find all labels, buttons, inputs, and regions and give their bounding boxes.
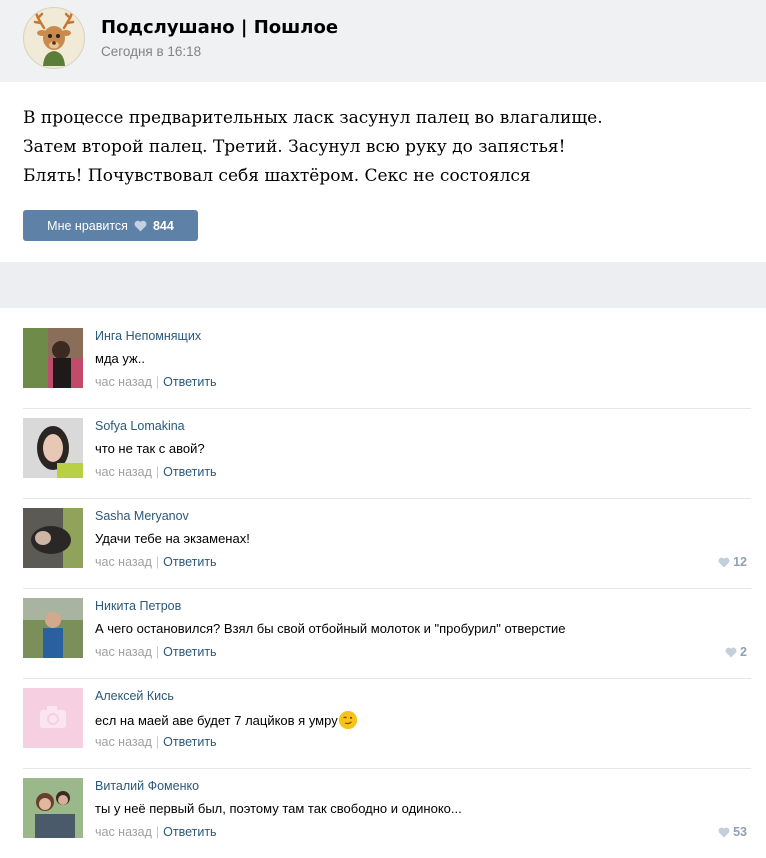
avatar-photo (23, 418, 83, 478)
comment-likes[interactable]: 12 (718, 555, 747, 569)
reply-link[interactable]: Ответить (163, 825, 216, 839)
comment-meta: час назад | Ответить (95, 465, 217, 479)
like-button-label: Мне нравится (47, 218, 128, 233)
avatar[interactable] (23, 598, 83, 658)
heart-icon (725, 647, 737, 657)
post-text-line: Блять! Почувствовал себя шахтёром. Секс … (23, 166, 531, 186)
heart-icon (718, 827, 730, 837)
avatar-photo (23, 598, 83, 658)
comment-time[interactable]: час назад (95, 645, 152, 659)
comment-meta: час назад | Ответить (95, 825, 217, 839)
camera-placeholder-icon (23, 688, 83, 748)
comment-time[interactable]: час назад (95, 555, 152, 569)
comment-like-count: 12 (733, 555, 747, 569)
deer-logo-icon (25, 9, 83, 67)
heart-icon (134, 220, 147, 231)
like-count: 844 (152, 218, 174, 233)
reply-link[interactable]: Ответить (163, 645, 216, 659)
comment-time[interactable]: час назад (95, 465, 152, 479)
comment-author[interactable]: Sasha Meryanov (95, 509, 189, 523)
wink-emoji-icon (338, 711, 357, 729)
group-avatar[interactable] (23, 7, 85, 69)
comment-text: мда уж.. (95, 351, 145, 366)
post-text-line: Затем второй палец. Третий. Засунул всю … (23, 137, 566, 157)
comment-meta: час назад | Ответить (95, 555, 217, 569)
avatar[interactable] (23, 778, 83, 838)
comment-author[interactable]: Никита Петров (95, 599, 181, 613)
post-text: В процессе предварительных ласк засунул … (23, 104, 743, 191)
comment-item: Никита Петров А чего остановился? Взял б… (23, 588, 751, 679)
comment-item: Инга Непомнящих мда уж.. час назад | Ответ… (23, 318, 751, 409)
reply-link[interactable]: Ответить (163, 375, 216, 389)
reply-link[interactable]: Ответить (163, 555, 216, 569)
comment-like-count: 53 (733, 825, 747, 839)
comment-item: Sasha Meryanov Удачи тебе на экзаменах! … (23, 498, 751, 589)
post-timestamp[interactable]: Сегодня в 16:18 (101, 44, 201, 59)
comment-item: Алексей Кись есл на маей аве будет 7 лац… (23, 678, 751, 769)
comment-text: Удачи тебе на экзаменах! (95, 531, 250, 546)
comment-author[interactable]: Виталий Фоменко (95, 779, 199, 793)
comment-time[interactable]: час назад (95, 735, 152, 749)
comment-likes[interactable]: 2 (725, 645, 747, 659)
avatar[interactable] (23, 508, 83, 568)
comment-item: Виталий Фоменко ты у неё первый был, поэ… (23, 768, 751, 858)
group-name[interactable]: Подслушано | Пошлое (101, 17, 338, 38)
avatar[interactable] (23, 418, 83, 478)
avatar-photo (23, 778, 83, 838)
like-button[interactable]: Мне нравится 844 (23, 210, 198, 241)
comment-like-count: 2 (740, 645, 747, 659)
post-header: Подслушано | Пошлое Сегодня в 16:18 (0, 0, 766, 82)
comment-meta: час назад | Ответить (95, 645, 217, 659)
avatar-photo (23, 508, 83, 568)
comment-author[interactable]: Инга Непомнящих (95, 329, 201, 343)
comment-item: Sofya Lomakina что не так с авой? час на… (23, 408, 751, 499)
comment-likes[interactable]: 53 (718, 825, 747, 839)
avatar-photo (23, 328, 83, 388)
heart-icon (718, 557, 730, 567)
comment-text: ты у неё первый был, поэтому там так сво… (95, 801, 462, 816)
section-divider (0, 262, 766, 308)
reply-link[interactable]: Ответить (163, 735, 216, 749)
comment-text-content: есл на маей аве будет 7 лацйков я умру (95, 713, 338, 728)
avatar[interactable] (23, 688, 83, 748)
reply-link[interactable]: Ответить (163, 465, 216, 479)
comment-author[interactable]: Sofya Lomakina (95, 419, 185, 433)
comment-time[interactable]: час назад (95, 825, 152, 839)
comment-meta: час назад | Ответить (95, 375, 217, 389)
avatar[interactable] (23, 328, 83, 388)
comment-meta: час назад | Ответить (95, 735, 217, 749)
comment-text: что не так с авой? (95, 441, 205, 456)
comment-text: есл на маей аве будет 7 лацйков я умру (95, 711, 357, 729)
comment-time[interactable]: час назад (95, 375, 152, 389)
comment-author[interactable]: Алексей Кись (95, 689, 174, 703)
post-text-line: В процессе предварительных ласк засунул … (23, 108, 603, 128)
comment-text: А чего остановился? Взял бы свой отбойны… (95, 621, 566, 636)
